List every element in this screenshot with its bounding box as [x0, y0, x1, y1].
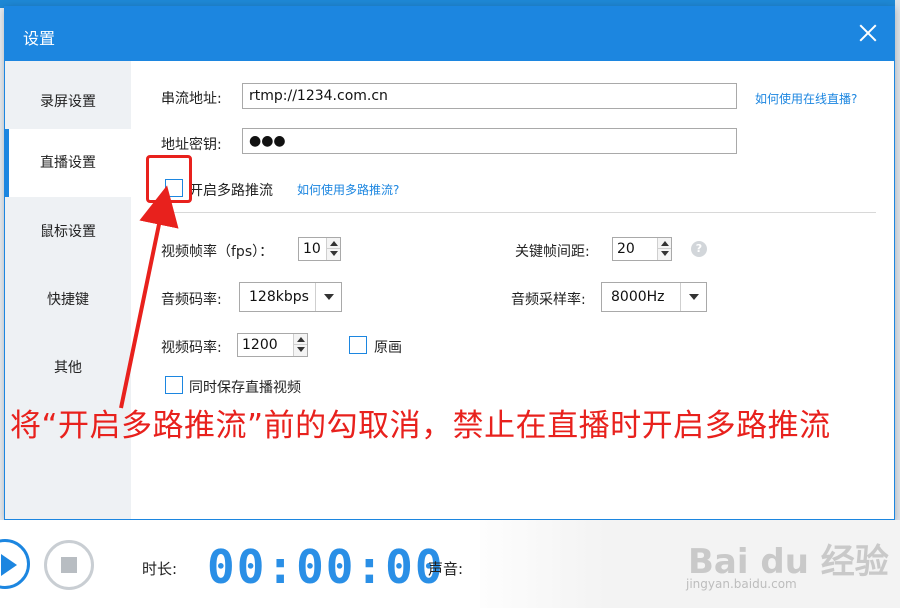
- baidu-watermark-url: jingyan.baidu.com: [686, 577, 797, 591]
- play-button[interactable]: [0, 539, 30, 589]
- recorder-toolbar: 时长: 00:00:00 声音: Bai du 经验 jingyan.baidu…: [0, 520, 900, 608]
- annotation-arrow: [119, 185, 179, 409]
- stop-button[interactable]: [44, 540, 94, 590]
- duration-timer: 00:00:00: [207, 540, 445, 594]
- duration-label: 时长:: [142, 560, 178, 578]
- volume-label: 声音:: [428, 560, 464, 578]
- baidu-watermark: Bai du 经验: [688, 542, 889, 582]
- annotation-text: 将“开启多路推流”前的勾取消，禁止在直播时开启多路推流: [10, 408, 831, 444]
